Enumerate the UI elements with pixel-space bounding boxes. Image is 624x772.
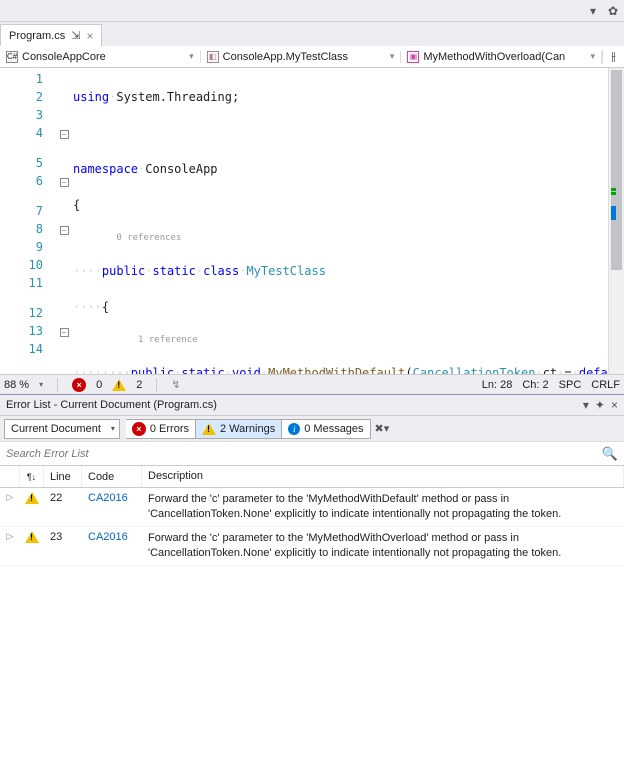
search-icon[interactable]: 🔍 (602, 446, 618, 462)
icon-column[interactable]: ¶↓ (20, 466, 44, 487)
error-list-header: Error List - Current Document (Program.c… (0, 394, 624, 416)
pin-icon[interactable]: ✦ (595, 398, 605, 412)
fold-toggle[interactable]: − (60, 178, 69, 187)
status-line[interactable]: Ln: 28 (482, 379, 513, 391)
expand-toggle[interactable]: ▷ (0, 531, 20, 561)
messages-filter[interactable]: i 0 Messages (282, 419, 370, 439)
info-icon: i (288, 423, 300, 435)
expand-column[interactable] (0, 466, 20, 487)
fold-gutter: − − − − − − (55, 68, 73, 374)
error-list-table: ¶↓ Line Code Description ▷ 22 CA2016 For… (0, 466, 624, 772)
fold-toggle[interactable]: − (60, 226, 69, 235)
zoom-level[interactable]: 88 % (4, 379, 29, 391)
code-column[interactable]: Code (82, 466, 142, 487)
nav-project[interactable]: C# ConsoleAppCore ▾ (0, 51, 201, 63)
warning-icon (25, 531, 39, 543)
error-icon[interactable]: × (72, 378, 86, 392)
chevron-down-icon[interactable]: ▾ (39, 380, 43, 389)
chevron-down-icon: ▾ (390, 51, 395, 62)
document-tabs: Program.cs ⇲ × (0, 22, 624, 46)
solution-explorer-icon[interactable]: ▾ (586, 4, 600, 18)
tab-program-cs[interactable]: Program.cs ⇲ × (0, 24, 102, 46)
status-extra-icon[interactable]: ↯ (171, 378, 180, 391)
vertical-scrollbar[interactable] (608, 68, 624, 374)
row-line: 22 (44, 492, 82, 522)
csharp-project-icon: C# (6, 51, 18, 63)
build-intellisense-filter[interactable]: ✖▾ (371, 422, 394, 435)
warnings-filter-label: 2 Warnings (220, 423, 275, 435)
warning-icon[interactable] (112, 379, 126, 391)
fold-toggle[interactable]: − (60, 328, 69, 337)
row-description: Forward the 'c' parameter to the 'MyMeth… (142, 531, 624, 561)
pin-icon[interactable]: ⇲ (71, 29, 80, 42)
status-col[interactable]: Ch: 2 (522, 379, 548, 391)
line-column[interactable]: Line (44, 466, 82, 487)
table-header: ¶↓ Line Code Description (0, 466, 624, 488)
panel-title: Error List - Current Document (Program.c… (6, 399, 217, 411)
row-line: 23 (44, 531, 82, 561)
status-errors: 0 (96, 379, 102, 391)
close-icon[interactable]: × (86, 29, 93, 43)
chevron-down-icon: ▾ (590, 51, 595, 62)
chevron-down-icon: ▾ (189, 51, 194, 62)
fold-toggle[interactable]: − (60, 130, 69, 139)
nav-project-label: ConsoleAppCore (22, 51, 106, 63)
nav-class-label: ConsoleApp.MyTestClass (223, 51, 348, 63)
row-code[interactable]: CA2016 (82, 531, 142, 561)
code-editor[interactable]: 1 2 3 4 5 6 7 8 9 10 11 12 13 14 15 16 1… (0, 68, 624, 374)
expand-toggle[interactable]: ▷ (0, 492, 20, 522)
status-eol[interactable]: CRLF (591, 379, 620, 391)
warnings-filter[interactable]: 2 Warnings (196, 419, 282, 439)
line-number-gutter: 1 2 3 4 5 6 7 8 9 10 11 12 13 14 15 16 1… (0, 68, 55, 374)
nav-method-label: MyMethodWithOverload(Can (423, 51, 565, 63)
error-search-row: 🔍 (0, 442, 624, 466)
gear-icon[interactable]: ✿ (606, 4, 620, 18)
split-editor-icon[interactable]: ⫲ (602, 49, 624, 64)
messages-filter-label: 0 Messages (304, 423, 363, 435)
row-code[interactable]: CA2016 (82, 492, 142, 522)
scope-dropdown[interactable]: Current Document (4, 419, 120, 439)
close-icon[interactable]: × (611, 398, 618, 412)
class-icon: ◧ (207, 51, 219, 63)
errors-filter-label: 0 Errors (150, 423, 189, 435)
status-indent[interactable]: SPC (559, 379, 582, 391)
error-row[interactable]: ▷ 23 CA2016 Forward the 'c' parameter to… (0, 527, 624, 566)
warning-icon (202, 423, 216, 435)
error-filter-bar: Current Document × 0 Errors 2 Warnings i… (0, 416, 624, 442)
nav-method[interactable]: ▣ MyMethodWithOverload(Can ▾ (401, 51, 602, 63)
nav-class[interactable]: ◧ ConsoleApp.MyTestClass ▾ (201, 51, 402, 63)
method-icon: ▣ (407, 51, 419, 63)
status-warnings: 2 (136, 379, 142, 391)
row-description: Forward the 'c' parameter to the 'MyMeth… (142, 492, 624, 522)
error-row[interactable]: ▷ 22 CA2016 Forward the 'c' parameter to… (0, 488, 624, 527)
scope-label: Current Document (11, 423, 101, 435)
code-nav-bar: C# ConsoleAppCore ▾ ◧ ConsoleApp.MyTestC… (0, 46, 624, 68)
tab-label: Program.cs (9, 30, 65, 42)
description-column[interactable]: Description (142, 466, 624, 487)
search-input[interactable] (6, 448, 602, 460)
warning-icon (25, 492, 39, 504)
errors-filter[interactable]: × 0 Errors (126, 419, 196, 439)
panel-menu-icon[interactable]: ▾ (583, 398, 589, 412)
error-icon: × (132, 422, 146, 436)
scrollbar-thumb[interactable] (611, 70, 622, 270)
editor-status-bar: 88 % ▾ × 0 2 ↯ Ln: 28 Ch: 2 SPC CRLF (0, 374, 624, 394)
code-content[interactable]: using·System.Threading; namespace·Consol… (73, 68, 608, 374)
